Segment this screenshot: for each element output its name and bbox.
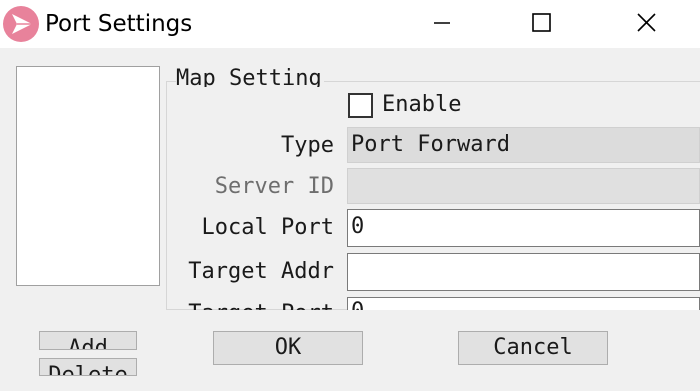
- target-addr-label: Target Addr: [188, 259, 334, 284]
- cancel-button[interactable]: Cancel: [458, 331, 608, 365]
- close-button[interactable]: [624, 0, 670, 48]
- paper-plane-icon: [3, 6, 39, 42]
- close-icon: [637, 13, 656, 32]
- target-addr-input[interactable]: [347, 253, 700, 291]
- add-button[interactable]: Add: [39, 331, 137, 350]
- maximize-button[interactable]: [518, 0, 564, 48]
- port-map-list[interactable]: [16, 66, 160, 286]
- enable-checkbox[interactable]: [348, 93, 373, 118]
- delete-button[interactable]: Delete: [39, 358, 137, 376]
- target-port-clip: 0: [347, 297, 700, 310]
- target-port-label-clip: Target Port: [170, 296, 340, 310]
- server-id-field: [347, 168, 700, 204]
- type-label: Type: [281, 133, 334, 158]
- group-title: Map Setting: [176, 65, 324, 87]
- window-title: Port Settings: [45, 11, 193, 37]
- type-select[interactable]: Port Forward: [347, 127, 700, 163]
- target-port-input[interactable]: 0: [347, 297, 700, 310]
- maximize-icon: [532, 13, 551, 32]
- ok-button[interactable]: OK: [213, 331, 363, 365]
- local-port-input[interactable]: 0: [347, 209, 700, 247]
- target-port-label: Target Port: [170, 300, 334, 310]
- title-bar: Port Settings: [0, 0, 700, 48]
- minimize-button[interactable]: [418, 0, 464, 48]
- enable-label: Enable: [382, 92, 462, 117]
- local-port-label: Local Port: [201, 215, 334, 240]
- server-id-label: Server ID: [214, 174, 334, 199]
- minimize-icon: [434, 22, 450, 24]
